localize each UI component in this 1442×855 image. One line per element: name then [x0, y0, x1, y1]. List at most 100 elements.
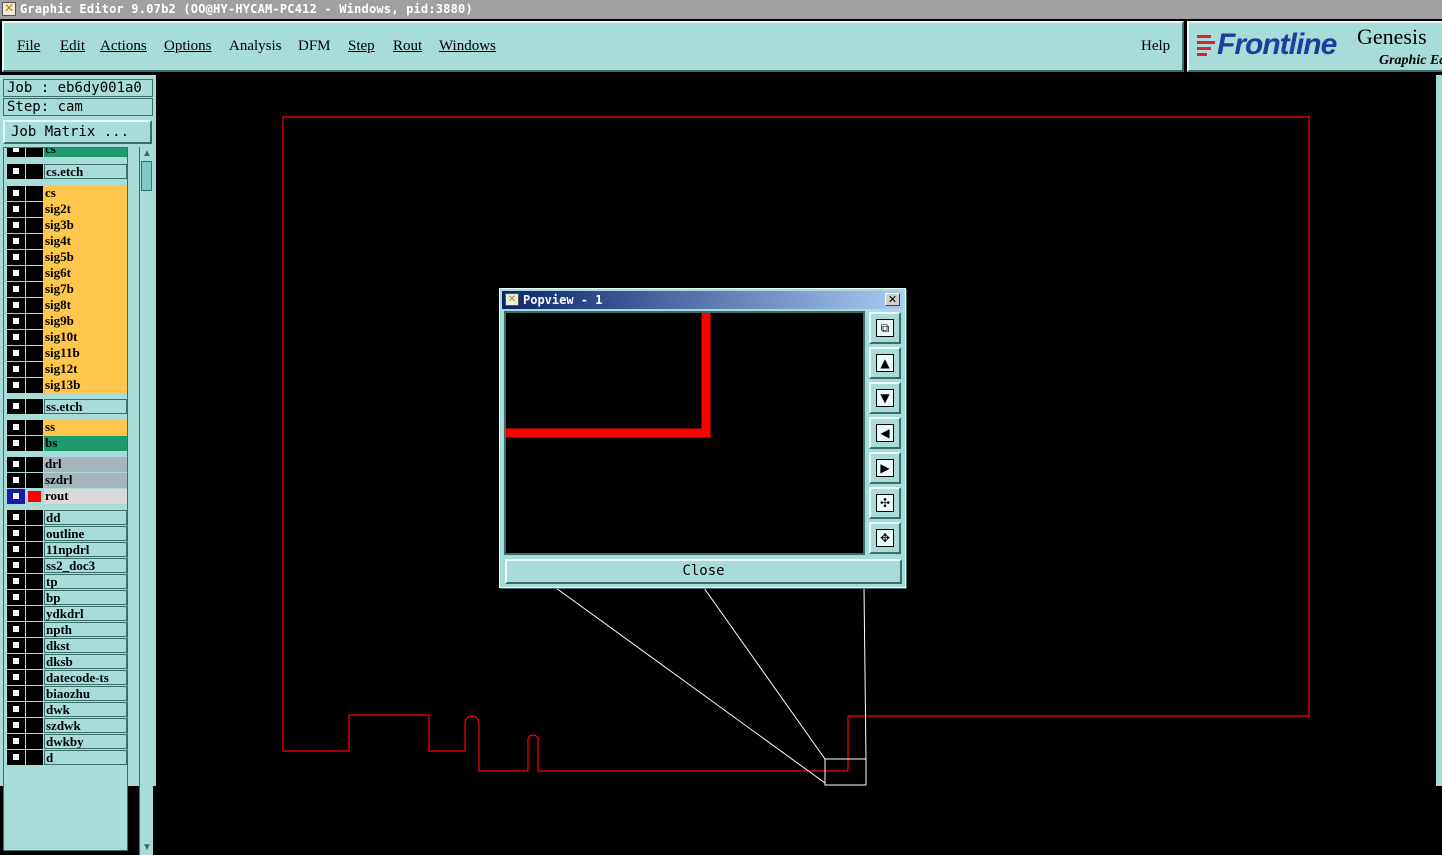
pan-left-button[interactable]: ◀ [869, 417, 901, 449]
layer-row[interactable]: sig7b [7, 282, 127, 297]
layer-color-swatch[interactable] [26, 686, 43, 701]
layer-color-swatch[interactable] [26, 734, 43, 749]
layer-checkbox[interactable] [7, 250, 25, 265]
layer-row[interactable]: ss [7, 420, 127, 435]
layer-row[interactable]: ydkdrl [7, 606, 127, 621]
layer-row[interactable]: sig9b [7, 314, 127, 329]
layer-checkbox[interactable] [7, 489, 25, 504]
layer-color-swatch[interactable] [26, 750, 43, 765]
scroll-thumb[interactable] [141, 161, 152, 191]
pan-right-button[interactable]: ▶ [869, 452, 901, 484]
layer-row[interactable]: sig4t [7, 234, 127, 249]
layer-row[interactable]: bs [7, 436, 127, 451]
layer-checkbox[interactable] [7, 670, 25, 685]
fit-window-button[interactable]: ⧉ [869, 312, 901, 344]
layer-checkbox[interactable] [7, 314, 25, 329]
layer-row[interactable]: ss2_doc3 [7, 558, 127, 573]
layer-checkbox[interactable] [7, 234, 25, 249]
layer-checkbox[interactable] [7, 218, 25, 233]
layer-row[interactable]: sig12t [7, 362, 127, 377]
layer-checkbox[interactable] [7, 420, 25, 435]
layer-checkbox[interactable] [7, 542, 25, 557]
layer-row[interactable]: 11npdrl [7, 542, 127, 557]
layer-checkbox[interactable] [7, 330, 25, 345]
layer-checkbox[interactable] [7, 734, 25, 749]
menu-file[interactable]: File [17, 38, 40, 55]
layer-row[interactable]: dkst [7, 638, 127, 653]
popview-canvas[interactable] [504, 311, 865, 555]
layer-color-swatch[interactable] [26, 574, 43, 589]
layer-row[interactable]: cs.etch [7, 164, 127, 179]
layer-checkbox[interactable] [7, 362, 25, 377]
layer-row[interactable]: dksb [7, 654, 127, 669]
pan-down-button[interactable]: ▼ [869, 382, 901, 414]
layer-row[interactable]: d [7, 750, 127, 765]
scroll-down-icon[interactable]: ▼ [141, 842, 153, 854]
layer-checkbox[interactable] [7, 510, 25, 525]
layer-row[interactable]: sig10t [7, 330, 127, 345]
scroll-up-icon[interactable]: ▲ [141, 148, 153, 160]
layer-color-swatch[interactable] [26, 346, 43, 361]
layer-color-swatch[interactable] [26, 606, 43, 621]
layer-color-swatch[interactable] [26, 436, 43, 451]
layer-checkbox[interactable] [7, 702, 25, 717]
layer-checkbox[interactable] [7, 202, 25, 217]
layer-checkbox[interactable] [7, 622, 25, 637]
layer-color-swatch[interactable] [26, 330, 43, 345]
layer-color-swatch[interactable] [26, 510, 43, 525]
menu-analysis[interactable]: Analysis [229, 38, 282, 55]
layer-checkbox[interactable] [7, 436, 25, 451]
layer-color-swatch[interactable] [26, 148, 43, 157]
layer-row[interactable]: outline [7, 526, 127, 541]
layer-row[interactable]: cs [7, 148, 127, 157]
layer-color-swatch[interactable] [26, 250, 43, 265]
layer-row[interactable]: tp [7, 574, 127, 589]
layer-color-swatch[interactable] [26, 622, 43, 637]
right-scroll-strip[interactable] [1436, 75, 1442, 786]
zoom-out-button[interactable]: ✣ [869, 487, 901, 519]
layer-scrollbar[interactable]: ▲ ▼ [139, 147, 153, 855]
layer-color-swatch[interactable] [26, 473, 43, 488]
layer-row[interactable]: sig13b [7, 378, 127, 393]
layer-checkbox[interactable] [7, 750, 25, 765]
layer-checkbox[interactable] [7, 282, 25, 297]
layer-color-swatch[interactable] [26, 542, 43, 557]
layer-row[interactable]: sig11b [7, 346, 127, 361]
layer-row[interactable]: sig3b [7, 218, 127, 233]
layer-row[interactable]: ss.etch [7, 399, 127, 414]
layer-color-swatch[interactable] [26, 590, 43, 605]
layer-color-swatch[interactable] [26, 399, 43, 414]
menu-step[interactable]: Step [348, 38, 375, 55]
layer-color-swatch[interactable] [26, 362, 43, 377]
layer-checkbox[interactable] [7, 558, 25, 573]
layer-checkbox[interactable] [7, 606, 25, 621]
layer-checkbox[interactable] [7, 526, 25, 541]
layer-checkbox[interactable] [7, 473, 25, 488]
layer-row[interactable]: dd [7, 510, 127, 525]
layer-row[interactable]: drl [7, 457, 127, 472]
layer-row[interactable]: szdrl [7, 473, 127, 488]
layer-color-swatch[interactable] [26, 186, 43, 201]
menu-options[interactable]: Options [164, 38, 212, 55]
layer-checkbox[interactable] [7, 574, 25, 589]
layer-row[interactable]: sig2t [7, 202, 127, 217]
layer-color-swatch[interactable] [26, 457, 43, 472]
popview-title-bar[interactable]: ✕ Popview - 1 ✕ [502, 291, 903, 309]
layer-checkbox[interactable] [7, 148, 25, 157]
layer-checkbox[interactable] [7, 378, 25, 393]
close-icon[interactable]: ✕ [885, 293, 900, 306]
layer-color-swatch[interactable] [26, 558, 43, 573]
layer-checkbox[interactable] [7, 718, 25, 733]
layer-color-swatch[interactable] [26, 218, 43, 233]
pan-up-button[interactable]: ▲ [869, 347, 901, 379]
job-matrix-button[interactable]: Job Matrix ... [3, 120, 152, 144]
layer-checkbox[interactable] [7, 638, 25, 653]
popview-close-button[interactable]: Close [505, 559, 902, 584]
layer-color-swatch[interactable] [26, 702, 43, 717]
layer-checkbox[interactable] [7, 266, 25, 281]
menu-rout[interactable]: Rout [393, 38, 422, 55]
layer-color-swatch[interactable] [26, 670, 43, 685]
layer-row[interactable]: biaozhu [7, 686, 127, 701]
menu-help[interactable]: Help [1141, 38, 1170, 55]
menu-dfm[interactable]: DFM [298, 38, 331, 55]
